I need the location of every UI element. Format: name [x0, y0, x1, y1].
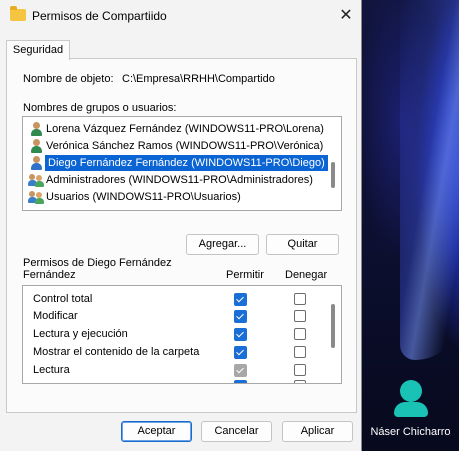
perm-label: Modificar	[33, 310, 78, 322]
deny-checkbox[interactable]	[294, 364, 306, 376]
allow-checkbox[interactable]	[234, 364, 247, 377]
allow-checkbox[interactable]	[234, 293, 247, 306]
ok-button[interactable]: Aceptar	[121, 421, 192, 442]
perm-label: Lectura	[33, 364, 70, 376]
title-bar[interactable]: Permisos de Compartiido ✕	[0, 0, 361, 32]
permissions-title: Permisos de Diego Fernández Fernández	[23, 257, 172, 281]
perm-row-mostrar-contenido: Mostrar el contenido de la carpeta	[23, 343, 323, 361]
groups-listbox[interactable]: Lorena Vázquez Fernández (WINDOWS11-PRO\…	[22, 116, 342, 211]
list-item-usuarios[interactable]: Usuarios (WINDOWS11-PRO\Usuarios)	[28, 189, 322, 205]
list-item-administradores[interactable]: Administradores (WINDOWS11-PRO\Administr…	[28, 172, 322, 188]
list-item-label: Diego Fernández Fernández (WINDOWS11-PRO…	[45, 155, 328, 171]
perm-label: Control total	[33, 293, 93, 305]
list-item-diego[interactable]: Diego Fernández Fernández (WINDOWS11-PRO…	[28, 155, 328, 171]
add-button[interactable]: Agregar...	[186, 234, 259, 255]
deny-header: Denegar	[285, 269, 328, 281]
deny-checkbox[interactable]	[294, 310, 306, 322]
deny-checkbox[interactable]	[294, 346, 306, 358]
group-icon	[28, 190, 44, 204]
perm-label: Mostrar el contenido de la carpeta	[33, 346, 200, 358]
wallpaper-ribbon	[400, 0, 459, 360]
groups-label: Nombres de grupos o usuarios:	[23, 102, 177, 114]
perm-row-lectura-ejecucion: Lectura y ejecución	[23, 325, 323, 343]
window-title: Permisos de Compartiido	[32, 9, 167, 23]
folder-icon	[10, 6, 26, 21]
object-name-value: C:\Empresa\RRHH\Compartido	[122, 73, 275, 85]
group-icon	[28, 173, 44, 187]
allow-checkbox[interactable]	[234, 346, 247, 359]
list-item-label: Administradores (WINDOWS11-PRO\Administr…	[46, 174, 313, 186]
perm-row-partial	[23, 379, 323, 383]
deny-checkbox[interactable]	[294, 380, 306, 383]
list-item-lorena[interactable]: Lorena Vázquez Fernández (WINDOWS11-PRO\…	[28, 121, 324, 137]
deny-checkbox[interactable]	[294, 293, 306, 305]
perm-row-lectura: Lectura	[23, 361, 323, 379]
object-name-label: Nombre de objeto:	[23, 73, 114, 85]
user-icon	[29, 139, 43, 153]
list-item-label: Verónica Sánchez Ramos (WINDOWS11-PRO\Ve…	[46, 140, 324, 152]
user-icon	[29, 122, 43, 136]
perm-row-control-total: Control total	[23, 290, 323, 308]
allow-checkbox[interactable]	[234, 310, 247, 323]
desktop-user[interactable]: Náser Chicharro	[362, 380, 459, 438]
user-icon	[29, 156, 43, 170]
allow-header: Permitir	[226, 269, 264, 281]
perm-row-modificar: Modificar	[23, 307, 323, 325]
remove-button[interactable]: Quitar	[266, 234, 339, 255]
groups-scrollbar[interactable]	[331, 162, 335, 188]
allow-checkbox[interactable]	[234, 328, 247, 341]
cancel-button[interactable]: Cancelar	[201, 421, 272, 442]
permissions-listbox[interactable]: Control total Modificar Lectura y ejecuc…	[22, 285, 342, 384]
close-button[interactable]: ✕	[335, 5, 357, 27]
apply-button[interactable]: Aplicar	[282, 421, 353, 442]
list-item-label: Lorena Vázquez Fernández (WINDOWS11-PRO\…	[46, 123, 324, 135]
deny-checkbox[interactable]	[294, 328, 306, 340]
perm-label: Lectura y ejecución	[33, 328, 128, 340]
tab-seguridad[interactable]: Seguridad	[6, 40, 70, 60]
user-name: Náser Chicharro	[370, 426, 451, 438]
allow-checkbox[interactable]	[234, 380, 247, 383]
permissions-dialog: Permisos de Compartiido ✕ Seguridad Nomb…	[0, 0, 362, 451]
list-item-label: Usuarios (WINDOWS11-PRO\Usuarios)	[46, 191, 241, 203]
permissions-scrollbar[interactable]	[331, 304, 335, 348]
user-avatar-icon	[393, 380, 428, 417]
list-item-veronica[interactable]: Verónica Sánchez Ramos (WINDOWS11-PRO\Ve…	[28, 138, 324, 154]
